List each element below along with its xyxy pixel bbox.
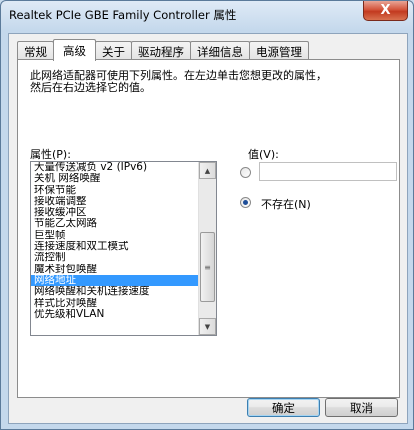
value-input[interactable] — [259, 162, 397, 181]
title-bar[interactable]: Realtek PCIe GBE Family Controller 属性 X — [1, 1, 413, 27]
property-list-item[interactable]: 接收端调整 — [31, 196, 198, 207]
description-line-2: 然后在右边选择它的值。 — [30, 81, 151, 94]
advanced-tab-panel: 此网络适配器可使用下列属性。在左边单击您想更改的属性， 然后在右边选择它的值。 … — [17, 59, 400, 398]
close-button[interactable]: X — [363, 1, 408, 21]
property-list-item[interactable]: 节能乙太网路 — [31, 218, 198, 229]
property-list-item[interactable]: 环保节能 — [31, 185, 198, 196]
properties-dialog: Realtek PCIe GBE Family Controller 属性 X … — [0, 0, 414, 430]
description-text: 此网络适配器可使用下列属性。在左边单击您想更改的属性， 然后在右边选择它的值。 — [30, 70, 390, 94]
scroll-down-icon: ▼ — [204, 322, 211, 331]
tab-advanced[interactable]: 高级 — [53, 39, 96, 61]
property-list-item[interactable]: 大量传送减负 v2 (IPv6) — [31, 162, 198, 173]
property-list-item[interactable]: 关机 网络唤醒 — [31, 173, 198, 184]
dialog-client-area: 常规 高级 关于 驱动程序 详细信息 电源管理 此网络适配器可使用下列属性。在左… — [8, 33, 408, 424]
property-list-item[interactable]: 网络地址 — [31, 274, 198, 287]
property-list-item[interactable]: 连接速度和双工模式 — [31, 241, 198, 252]
property-list-item[interactable]: 魔术封包唤醒 — [31, 264, 198, 275]
tab-general[interactable]: 常规 — [17, 41, 54, 61]
property-label: 属性(P): — [30, 148, 71, 161]
scroll-up-button[interactable]: ▲ — [199, 162, 216, 179]
property-list-item[interactable]: 巨型帧 — [31, 230, 198, 241]
property-list-item[interactable]: 样式比对唤醒 — [31, 298, 198, 309]
scroll-thumb[interactable]: ≡ — [200, 232, 215, 302]
grip-icon: ≡ — [204, 262, 211, 272]
window-title: Realtek PCIe GBE Family Controller 属性 — [9, 8, 237, 22]
scroll-down-button[interactable]: ▼ — [199, 318, 216, 335]
value-radio[interactable] — [240, 167, 251, 178]
cancel-button[interactable]: 取消 — [325, 398, 398, 417]
not-present-radio[interactable] — [240, 197, 251, 208]
tab-driver[interactable]: 驱动程序 — [131, 41, 191, 61]
value-label: 值(V): — [248, 148, 279, 161]
property-list-item[interactable]: 接收缓冲区 — [31, 207, 198, 218]
close-icon: X — [380, 3, 391, 18]
not-present-label: 不存在(N) — [261, 198, 311, 211]
property-list: 大量传送减负 v2 (IPv6) 关机 网络唤醒 环保节能 接收端调整 接收缓冲区 节能乙… — [31, 162, 198, 320]
property-list-item[interactable]: 优先级和VLAN — [31, 309, 198, 320]
ok-button[interactable]: 确定 — [247, 398, 320, 417]
listbox-scrollbar[interactable]: ▲ ≡ ▼ — [198, 162, 216, 335]
tab-power-management[interactable]: 电源管理 — [249, 41, 309, 61]
property-list-item[interactable]: 网络唤醒和关机连接速度 — [31, 286, 198, 297]
property-list-item[interactable]: 流控制 — [31, 252, 198, 263]
scroll-up-icon: ▲ — [204, 166, 211, 175]
tab-strip: 常规 高级 关于 驱动程序 详细信息 电源管理 — [17, 39, 309, 61]
tab-about[interactable]: 关于 — [95, 41, 132, 61]
tab-details[interactable]: 详细信息 — [190, 41, 250, 61]
property-listbox[interactable]: 大量传送减负 v2 (IPv6) 关机 网络唤醒 环保节能 接收端调整 接收缓冲区 节能乙… — [30, 161, 217, 336]
